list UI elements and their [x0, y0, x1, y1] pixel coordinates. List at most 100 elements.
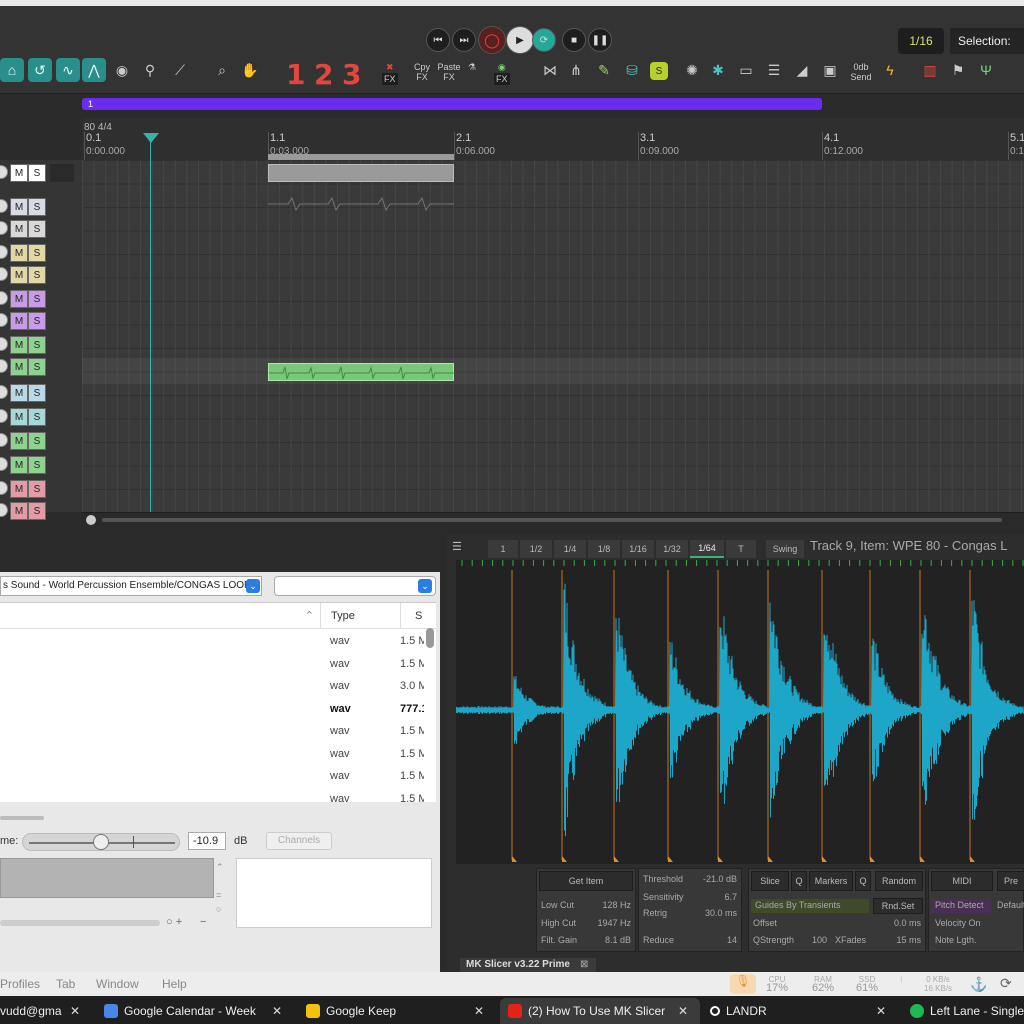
mute-button[interactable]: M: [10, 384, 28, 402]
pan-knob[interactable]: [0, 481, 8, 495]
split-icon[interactable]: ⋔: [564, 58, 588, 82]
tab-google-keep[interactable]: Google Keep: [306, 998, 466, 1024]
marker-icon[interactable]: ⚲: [138, 58, 162, 82]
ripple-icon[interactable]: ⌂: [0, 58, 24, 82]
fork-icon[interactable]: Ψ: [974, 58, 998, 82]
preview-waveform[interactable]: [0, 858, 214, 898]
scroll-up-icon[interactable]: ⌃: [216, 862, 224, 873]
go-to-end-button[interactable]: ⏭: [452, 28, 476, 52]
volume-value-field[interactable]: -10.9: [188, 832, 226, 850]
pan-knob[interactable]: [0, 267, 8, 281]
track-row[interactable]: MS: [0, 430, 82, 452]
solo-button[interactable]: S: [28, 290, 46, 308]
pan-knob[interactable]: [0, 291, 8, 305]
slice-marker-handle[interactable]: [768, 856, 773, 862]
slice-marker-handle[interactable]: [822, 856, 827, 862]
channels-button[interactable]: Channels: [266, 832, 332, 850]
file-row[interactable]: wav 1.5 M: [0, 654, 424, 676]
s-icon[interactable]: S: [650, 62, 668, 80]
track-row[interactable]: MS: [0, 478, 82, 500]
tab-spotify[interactable]: Left Lane - Single: [910, 998, 1024, 1024]
close-tab-icon[interactable]: ✕: [474, 1004, 484, 1018]
file-row[interactable]: wav 1.5 M: [0, 744, 424, 766]
media-item-congas[interactable]: [268, 363, 455, 381]
close-tab-icon[interactable]: ✕: [678, 1004, 688, 1018]
solo-button[interactable]: S: [28, 384, 46, 402]
screenset-1-button[interactable]: 1: [286, 58, 305, 91]
trim-icon[interactable]: ⟋: [168, 58, 192, 82]
slice-marker-handle[interactable]: [870, 856, 875, 862]
solo-button[interactable]: S: [28, 480, 46, 498]
solo-button[interactable]: S: [28, 266, 46, 284]
lightning-icon[interactable]: ϟ: [878, 58, 902, 82]
guides-by-transients[interactable]: Guides By Transients: [751, 899, 869, 913]
pan-knob[interactable]: [0, 409, 8, 423]
path-field[interactable]: s Sound - World Percussion Ensemble/CONG…: [0, 576, 262, 596]
zoom-in-icon[interactable]: ○ +: [166, 916, 182, 928]
pan-knob[interactable]: [0, 503, 8, 517]
bypass-fx-icon[interactable]: ⚗: [468, 62, 476, 72]
solo-button[interactable]: S: [28, 358, 46, 376]
slice-marker-handle[interactable]: [970, 856, 975, 862]
pitch-detect-toggle[interactable]: Pitch Detect: [931, 899, 991, 913]
hand-icon[interactable]: ✋: [238, 58, 262, 82]
division-button[interactable]: 1: [488, 540, 518, 558]
loop-icon[interactable]: ↺: [28, 58, 52, 82]
remove-fx-button[interactable]: ✖ FX: [382, 62, 398, 85]
track-row[interactable]: MS: [0, 242, 82, 264]
mute-button[interactable]: M: [10, 336, 28, 354]
render-icon[interactable]: ⛁: [620, 58, 644, 82]
pan-knob[interactable]: [0, 385, 8, 399]
division-button[interactable]: 1/64: [690, 540, 724, 558]
routing-icon[interactable]: ☰: [762, 58, 786, 82]
file-list-hscroll[interactable]: [0, 816, 44, 820]
random-button[interactable]: Random: [875, 871, 923, 891]
offset-row[interactable]: Offset 0.0 ms: [749, 917, 925, 931]
file-list[interactable]: ⌃ Type S wav 1.5 M wav 1.5 M wav 3.0 M wav 777.…: [0, 602, 436, 805]
file-list-scrollbar[interactable]: [426, 628, 434, 648]
close-tab-icon[interactable]: ✕: [272, 1004, 282, 1018]
usb-icon[interactable]: ⚓: [970, 976, 987, 993]
solo-button[interactable]: S: [28, 336, 46, 354]
slice-marker-handle[interactable]: [668, 856, 673, 862]
file-row[interactable]: wav 1.5 M: [0, 631, 424, 653]
menu-window[interactable]: Window: [96, 977, 139, 991]
retrig-row[interactable]: Retrig 30.0 ms: [639, 907, 741, 921]
track-row[interactable]: MS: [0, 218, 82, 240]
track-row[interactable]: MS: [0, 356, 82, 378]
mute-button[interactable]: M: [10, 432, 28, 450]
bus-icon[interactable]: ▭: [734, 58, 758, 82]
slice-marker-handle[interactable]: [920, 856, 925, 862]
timeline-ruler[interactable]: 80 4/4 0.1 0:00.000 1.1 0:03.000 2.1 0:0…: [82, 118, 1024, 160]
scroll-thumb[interactable]: [102, 518, 1002, 522]
refresh-icon[interactable]: ⟳: [1000, 975, 1012, 992]
preview-position-slider[interactable]: [0, 920, 160, 926]
playhead-marker[interactable]: [143, 133, 159, 143]
solo-button[interactable]: S: [28, 198, 46, 216]
stop-button[interactable]: ■: [562, 28, 586, 52]
pan-knob[interactable]: [0, 199, 8, 213]
record-button[interactable]: ◯: [478, 26, 506, 54]
filt-gain-row[interactable]: Filt. Gain 8.1 dB: [537, 934, 635, 948]
solo-button[interactable]: S: [28, 456, 46, 474]
track-row[interactable]: MS: [0, 310, 82, 332]
track-row[interactable]: MS: [0, 406, 82, 428]
fx-eye-button[interactable]: ◉ FX: [494, 62, 510, 85]
go-to-start-button[interactable]: ⏮: [426, 28, 450, 52]
get-item-button[interactable]: Get Item: [539, 871, 633, 891]
threshold-row[interactable]: Threshold -21.0 dB: [639, 873, 741, 887]
close-icon[interactable]: ⊠: [580, 959, 588, 970]
screenset-2-button[interactable]: 2: [314, 58, 333, 91]
close-tab-icon[interactable]: ✕: [876, 1004, 886, 1018]
slicer-dock-tab[interactable]: MK Slicer v3.22 Prime ⊠: [460, 958, 596, 972]
eye-icon[interactable]: ◉: [110, 58, 134, 82]
file-row[interactable]: wav 1.5 M: [0, 766, 424, 788]
midi-button[interactable]: MIDI: [931, 871, 993, 891]
pan-knob[interactable]: [0, 337, 8, 351]
xfades-row[interactable]: XFades 15 ms: [831, 934, 925, 948]
volume-knob[interactable]: [93, 834, 109, 850]
menu-help[interactable]: Help: [162, 977, 187, 991]
file-row[interactable]: wav 1.5 M: [0, 721, 424, 743]
mute-button[interactable]: M: [10, 198, 28, 216]
media-item-ghost[interactable]: [268, 192, 454, 216]
